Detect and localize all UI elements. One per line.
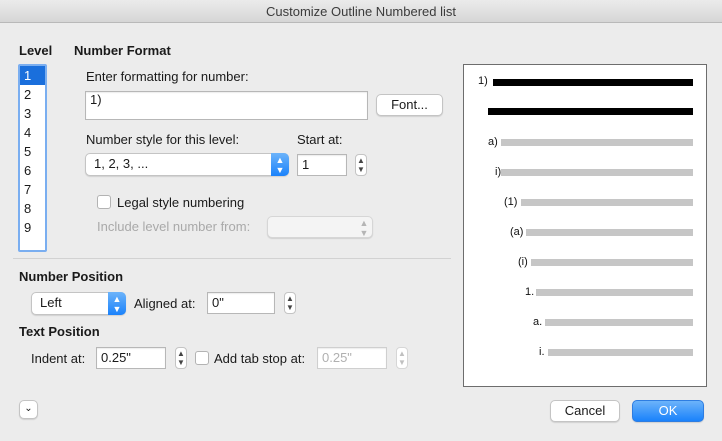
- chevron-down-icon: ⌄: [24, 403, 33, 414]
- preview-line-8: [545, 319, 693, 326]
- preview-line-4: [521, 199, 693, 206]
- number-style-popup[interactable]: 1, 2, 3, ... ▲ ▼: [85, 153, 289, 176]
- preview-label-9: i.: [539, 346, 545, 358]
- start-at-input[interactable]: 1: [297, 154, 347, 176]
- preview-label-6: (i): [518, 256, 528, 268]
- aligned-at-input[interactable]: 0": [207, 292, 275, 314]
- level-item-6[interactable]: 6: [20, 161, 45, 180]
- preview-label-1: 1): [478, 75, 488, 87]
- disclosure-chevron-button[interactable]: ⌄: [19, 400, 38, 419]
- level-item-1[interactable]: 1: [20, 66, 45, 85]
- level-item-5[interactable]: 5: [20, 142, 45, 161]
- indent-at-input[interactable]: 0.25": [96, 347, 166, 369]
- preview-line-5: [526, 229, 693, 236]
- preview-label-8: a.: [533, 316, 543, 328]
- indent-at-label: Indent at:: [31, 351, 86, 366]
- ok-button[interactable]: OK: [632, 400, 704, 422]
- number-style-label: Number style for this level:: [86, 132, 240, 147]
- legal-style-label: Legal style numbering: [117, 195, 245, 210]
- start-at-label: Start at:: [297, 132, 343, 147]
- font-button[interactable]: Font...: [376, 94, 443, 116]
- level-item-7[interactable]: 7: [20, 180, 45, 199]
- aligned-at-label: Aligned at:: [134, 296, 196, 311]
- text-position-heading: Text Position: [19, 324, 100, 339]
- preview-label-4: (1): [504, 196, 518, 208]
- chevron-updown-icon: ▲ ▼: [271, 153, 289, 176]
- legal-style-checkbox[interactable]: [97, 195, 111, 209]
- preview-line-3: [501, 169, 693, 176]
- window-title: Customize Outline Numbered list: [0, 0, 722, 23]
- tab-stop-input[interactable]: 0.25": [317, 347, 387, 369]
- chevron-updown-icon: ▲ ▼: [359, 218, 369, 238]
- indent-at-stepper[interactable]: ▲ ▼: [175, 347, 187, 369]
- preview-line-7: [536, 289, 693, 296]
- level-item-9[interactable]: 9: [20, 218, 45, 237]
- number-format-heading: Number Format: [74, 43, 171, 58]
- add-tab-stop-label: Add tab stop at:: [214, 351, 306, 366]
- preview-label-5: (a): [510, 226, 524, 238]
- alignment-popup[interactable]: Left ▲ ▼: [31, 292, 126, 315]
- level-item-3[interactable]: 3: [20, 104, 45, 123]
- preview-line-1: [493, 79, 693, 86]
- chevron-updown-icon: ▲ ▼: [108, 292, 126, 315]
- add-tab-stop-checkbox[interactable]: [195, 351, 209, 365]
- preview-pane: 1) a) i) (1) (a) (i) 1. a. i.: [463, 64, 707, 387]
- preview-label-7: 1.: [525, 286, 535, 298]
- cancel-button[interactable]: Cancel: [550, 400, 620, 422]
- preview-line-2: [501, 139, 693, 146]
- include-level-label: Include level number from:: [97, 219, 251, 234]
- alignment-value: Left: [40, 295, 62, 310]
- level-item-2[interactable]: 2: [20, 85, 45, 104]
- include-level-popup[interactable]: ▲ ▼: [267, 216, 373, 238]
- enter-format-label: Enter formatting for number:: [86, 69, 249, 84]
- section-divider: [13, 258, 451, 259]
- level-item-8[interactable]: 8: [20, 199, 45, 218]
- level-item-4[interactable]: 4: [20, 123, 45, 142]
- number-position-heading: Number Position: [19, 269, 124, 284]
- preview-line-6: [531, 259, 693, 266]
- aligned-at-stepper[interactable]: ▲ ▼: [284, 292, 296, 314]
- level-heading: Level: [19, 43, 53, 58]
- start-at-stepper[interactable]: ▲ ▼: [355, 154, 367, 176]
- format-number-input[interactable]: 1): [85, 91, 368, 120]
- number-style-value: 1, 2, 3, ...: [94, 156, 149, 171]
- tab-stop-stepper[interactable]: ▲ ▼: [396, 347, 408, 369]
- preview-label-2: a): [488, 136, 498, 148]
- preview-line-1b: [488, 108, 693, 115]
- preview-line-9: [548, 349, 693, 356]
- level-list[interactable]: 1 2 3 4 5 6 7 8 9: [18, 64, 47, 252]
